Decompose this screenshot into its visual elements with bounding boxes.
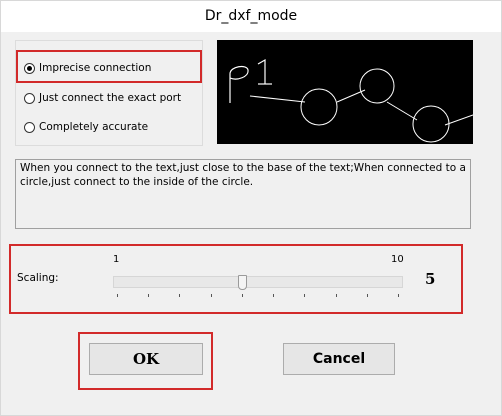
slider-min-label: 1: [113, 254, 120, 265]
scaling-value: 5: [425, 270, 436, 288]
radio-label: Just connect the exact port: [39, 92, 182, 104]
slider-tick: [241, 294, 243, 297]
radio-button-icon[interactable]: [24, 92, 35, 104]
scaling-label: Scaling:: [17, 272, 59, 284]
slider-tick: [335, 294, 337, 297]
slider-tick: [366, 294, 368, 297]
preview-connection-lines: [249, 89, 474, 126]
slider-max-label: 10: [391, 254, 404, 265]
slider-tick: [273, 294, 275, 297]
radio-button-icon[interactable]: [24, 121, 35, 133]
scaling-slider-track[interactable]: [113, 276, 403, 288]
radio-button-icon[interactable]: [24, 62, 35, 74]
description-text: When you connect to the text,just close …: [15, 159, 471, 229]
preview-circle: [359, 68, 395, 104]
radio-imprecise-connection[interactable]: Imprecise connection: [24, 59, 151, 77]
scaling-slider-thumb[interactable]: [237, 275, 247, 290]
slider-tick: [304, 294, 306, 297]
radio-completely-accurate[interactable]: Completely accurate: [24, 118, 148, 136]
slider-tick: [179, 294, 181, 297]
preview-drawing: [229, 58, 474, 143]
cancel-button[interactable]: Cancel: [283, 343, 395, 375]
radio-label: Imprecise connection: [39, 62, 152, 74]
ok-button[interactable]: OK: [89, 343, 203, 375]
slider-tick: [117, 294, 118, 297]
dialog-body: Imprecise connection Just connect the ex…: [1, 32, 501, 415]
slider-tick: [148, 294, 150, 297]
radio-label: Completely accurate: [39, 121, 149, 133]
connection-mode-group: Imprecise connection Just connect the ex…: [15, 40, 203, 146]
scaling-slider-ticks: [113, 294, 403, 298]
preview-circle: [412, 105, 450, 143]
connection-preview: [217, 40, 474, 144]
preview-circles: [300, 68, 450, 143]
slider-tick: [210, 294, 212, 297]
radio-just-connect-exact-port[interactable]: Just connect the exact port: [24, 89, 181, 107]
dialog-window: Dr_dxf_mode Imprecise connection Just co…: [0, 0, 502, 416]
slider-tick: [398, 294, 399, 297]
preview-circle: [300, 88, 338, 126]
window-title: Dr_dxf_mode: [1, 1, 501, 32]
